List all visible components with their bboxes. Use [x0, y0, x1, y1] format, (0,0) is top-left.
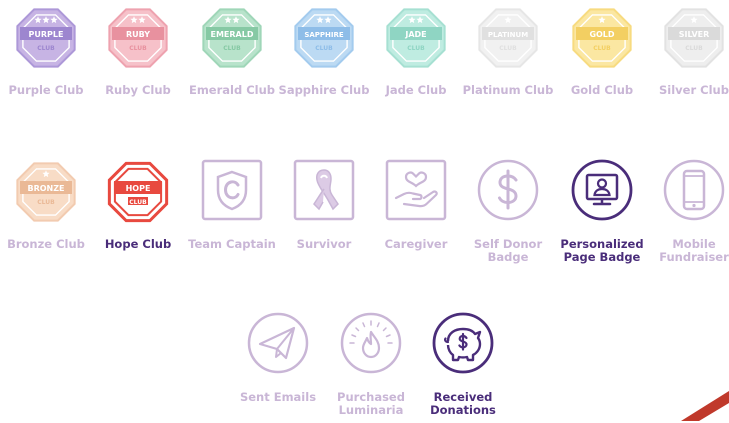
- badge-team-captain[interactable]: Team Captain: [186, 158, 278, 270]
- badge-label: Purchased Luminaria: [337, 390, 405, 417]
- badge-hope-club[interactable]: HOPE CLUB Hope Club: [92, 158, 184, 270]
- badge-banner-text: RUBY: [126, 30, 150, 39]
- badge-label: Mobile Fundraiser: [659, 237, 729, 264]
- badge-club-text: CLUB: [129, 45, 147, 52]
- bronze-club-badge-icon: BRONZE CLUB: [14, 158, 78, 226]
- emerald-club-badge-icon: EMERALD CLUB: [200, 4, 264, 72]
- badge-ruby-club[interactable]: RUBY CLUB Ruby Club: [92, 4, 184, 116]
- badge-club-text: CLUB: [499, 45, 517, 52]
- badge-bronze-club[interactable]: BRONZE CLUB Bronze Club: [0, 158, 92, 270]
- badge-label: Self Donor Badge: [473, 237, 543, 264]
- badge-self-donor[interactable]: Self Donor Badge: [462, 158, 554, 270]
- phone-icon: [662, 158, 726, 226]
- badge-club-text: CLUB: [315, 45, 333, 52]
- badge-banner-text: HOPE: [126, 184, 151, 193]
- badge-emerald-club[interactable]: EMERALD CLUB Emerald Club: [186, 4, 278, 116]
- sapphire-club-badge-icon: SAPPHIRE CLUB: [292, 4, 356, 72]
- purple-club-badge-icon: PURPLE CLUB: [14, 4, 78, 72]
- badge-club-text: CLUB: [223, 45, 241, 52]
- badge-jade-club[interactable]: JADE CLUB Jade Club: [370, 4, 462, 116]
- badge-banner-text: BRONZE: [27, 184, 64, 193]
- shield-c-icon: [200, 158, 264, 226]
- badge-label: Team Captain: [188, 237, 276, 251]
- badge-label: Ruby Club: [105, 83, 171, 97]
- badge-label: Jade Club: [385, 83, 447, 97]
- badge-banner-text: PLATINUM: [488, 31, 528, 39]
- badge-banner-text: PURPLE: [29, 30, 64, 39]
- badge-label: Platinum Club: [462, 83, 554, 97]
- dollar-circle-icon: [476, 158, 540, 226]
- badge-purchased-luminaria[interactable]: Purchased Luminaria: [325, 311, 417, 423]
- gold-club-badge-icon: GOLD CLUB: [570, 4, 634, 72]
- flame-icon: [339, 311, 403, 379]
- badge-gold-club[interactable]: GOLD CLUB Gold Club: [556, 4, 648, 116]
- badge-banner-text: SAPPHIRE: [304, 31, 344, 39]
- jade-club-badge-icon: JADE CLUB: [384, 4, 448, 72]
- platinum-club-badge-icon: PLATINUM CLUB: [476, 4, 540, 72]
- badge-club-text: CLUB: [37, 199, 55, 206]
- badge-banner-text: EMERALD: [211, 30, 254, 39]
- piggy-bank-icon: [431, 311, 495, 379]
- ribbon-icon: [292, 158, 356, 226]
- badge-caregiver[interactable]: Caregiver: [370, 158, 462, 270]
- badge-club-text: CLUB: [129, 199, 147, 206]
- silver-club-badge-icon: SILVER CLUB: [662, 4, 726, 72]
- badge-survivor[interactable]: Survivor: [278, 158, 370, 270]
- badge-platinum-club[interactable]: PLATINUM CLUB Platinum Club: [462, 4, 554, 116]
- badge-label: Received Donations: [430, 390, 496, 417]
- ruby-club-badge-icon: RUBY CLUB: [106, 4, 170, 72]
- monitor-person-icon: [570, 158, 634, 226]
- badge-sent-emails[interactable]: Sent Emails: [232, 311, 324, 423]
- badge-label: Sapphire Club: [278, 83, 370, 97]
- paper-plane-icon: [246, 311, 310, 379]
- badge-purple-club[interactable]: PURPLE CLUB Purple Club: [0, 4, 92, 116]
- badge-banner-text: JADE: [404, 30, 426, 39]
- badge-label: Purple Club: [8, 83, 84, 97]
- badge-label: Personalized Page Badge: [560, 237, 644, 264]
- badge-label: Gold Club: [570, 83, 634, 97]
- badge-club-text: CLUB: [593, 45, 611, 52]
- badge-label: Sent Emails: [239, 390, 317, 404]
- badge-label: Survivor: [296, 237, 352, 251]
- badge-personalized-page[interactable]: Personalized Page Badge: [556, 158, 648, 270]
- badge-label: Bronze Club: [7, 237, 85, 251]
- badge-banner-text: SILVER: [679, 30, 710, 39]
- badge-label: Emerald Club: [188, 83, 276, 97]
- badge-club-text: CLUB: [407, 45, 425, 52]
- badge-silver-club[interactable]: SILVER CLUB Silver Club: [648, 4, 729, 116]
- badge-label: Hope Club: [104, 237, 172, 251]
- badge-club-text: CLUB: [37, 45, 55, 52]
- badge-label: Caregiver: [384, 237, 448, 251]
- hope-club-badge-icon: HOPE CLUB: [106, 158, 170, 226]
- badge-club-text: CLUB: [685, 45, 703, 52]
- badge-mobile-fundraiser[interactable]: Mobile Fundraiser: [648, 158, 729, 270]
- corner-accent-stroke: [681, 391, 729, 421]
- badge-banner-text: GOLD: [589, 30, 614, 39]
- badge-label: Silver Club: [659, 83, 729, 97]
- badge-received-donations[interactable]: Received Donations: [417, 311, 509, 423]
- heart-hand-icon: [384, 158, 448, 226]
- badge-sapphire-club[interactable]: SAPPHIRE CLUB Sapphire Club: [278, 4, 370, 116]
